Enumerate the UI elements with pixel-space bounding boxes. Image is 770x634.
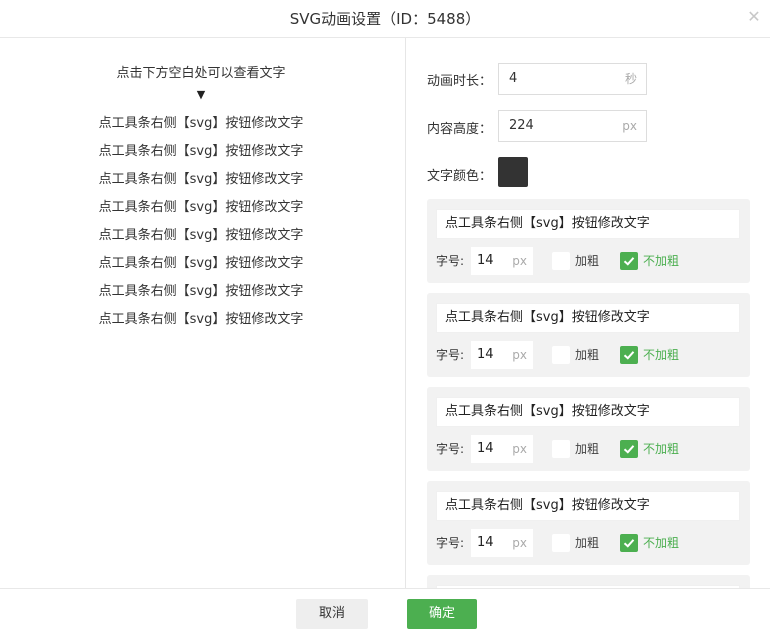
bold-checkbox[interactable]	[552, 440, 570, 458]
font-size-value: 14	[477, 535, 494, 550]
bold-label[interactable]: 加粗	[575, 251, 599, 271]
duration-field[interactable]: 4 秒	[498, 63, 647, 95]
text-item-card	[427, 575, 750, 588]
font-size-field[interactable]: 14 px	[471, 529, 533, 557]
bold-label[interactable]: 加粗	[575, 345, 599, 365]
text-item-card: 点工具条右侧【svg】按钮修改文字 字号: 14 px 加粗 不加粗	[427, 481, 750, 565]
bold-checkbox[interactable]	[552, 252, 570, 270]
font-size-unit: px	[512, 536, 527, 550]
settings-panel: 动画时长： 4 秒 内容高度： 224 px 文字颜色： 点工具条右侧【svg】…	[407, 38, 770, 588]
cancel-button[interactable]: 取消	[296, 599, 368, 629]
bold-label[interactable]: 加粗	[575, 439, 599, 459]
bold-checkbox[interactable]	[552, 534, 570, 552]
font-size-label: 字号:	[436, 442, 465, 456]
normal-label[interactable]: 不加粗	[643, 251, 679, 271]
text-item-card: 点工具条右侧【svg】按钮修改文字 字号: 14 px 加粗 不加粗	[427, 293, 750, 377]
font-size-unit: px	[512, 442, 527, 456]
height-unit: px	[622, 119, 637, 133]
bold-label[interactable]: 加粗	[575, 533, 599, 553]
preview-line: 点工具条右侧【svg】按钮修改文字	[98, 144, 304, 159]
duration-unit: 秒	[624, 72, 637, 86]
normal-checkbox[interactable]	[620, 346, 638, 364]
preview-panel[interactable]: 点击下方空白处可以查看文字 ▼ 点工具条右侧【svg】按钮修改文字 点工具条右侧…	[0, 38, 406, 588]
text-item-input[interactable]: 点工具条右侧【svg】按钮修改文字	[436, 491, 740, 521]
confirm-button[interactable]: 确定	[407, 599, 477, 629]
font-size-value: 14	[477, 253, 494, 268]
text-item-input[interactable]: 点工具条右侧【svg】按钮修改文字	[436, 303, 740, 333]
preview-hint: 点击下方空白处可以查看文字	[116, 66, 286, 81]
dialog-titlebar: SVG动画设置（ID：5488） ✕	[0, 0, 770, 38]
color-label: 文字颜色：	[427, 169, 493, 184]
height-value: 224	[509, 118, 534, 133]
normal-label[interactable]: 不加粗	[643, 533, 679, 553]
normal-label[interactable]: 不加粗	[643, 345, 679, 365]
height-label: 内容高度：	[427, 122, 493, 137]
preview-lines: 点工具条右侧【svg】按钮修改文字 点工具条右侧【svg】按钮修改文字 点工具条…	[0, 114, 402, 338]
font-size-value: 14	[477, 347, 494, 362]
close-icon[interactable]: ✕	[746, 9, 762, 25]
dialog-title: SVG动画设置（ID：5488）	[289, 10, 481, 28]
text-item-input[interactable]: 点工具条右侧【svg】按钮修改文字	[436, 209, 740, 239]
preview-line: 点工具条右侧【svg】按钮修改文字	[98, 284, 304, 299]
preview-line: 点工具条右侧【svg】按钮修改文字	[98, 200, 304, 215]
text-item-card: 点工具条右侧【svg】按钮修改文字 字号: 14 px 加粗 不加粗	[427, 387, 750, 471]
check-icon	[623, 257, 635, 266]
text-item-input[interactable]: 点工具条右侧【svg】按钮修改文字	[436, 397, 740, 427]
preview-line: 点工具条右侧【svg】按钮修改文字	[98, 312, 304, 327]
normal-label[interactable]: 不加粗	[643, 439, 679, 459]
font-size-label: 字号:	[436, 536, 465, 550]
color-swatch[interactable]	[498, 157, 528, 187]
down-arrow-icon: ▼	[196, 88, 206, 101]
font-size-value: 14	[477, 441, 494, 456]
font-size-label: 字号:	[436, 254, 465, 268]
font-size-label: 字号:	[436, 348, 465, 362]
bold-checkbox[interactable]	[552, 346, 570, 364]
preview-line: 点工具条右侧【svg】按钮修改文字	[98, 228, 304, 243]
font-size-field[interactable]: 14 px	[471, 341, 533, 369]
preview-line: 点工具条右侧【svg】按钮修改文字	[98, 116, 304, 131]
normal-checkbox[interactable]	[620, 534, 638, 552]
text-item-card: 点工具条右侧【svg】按钮修改文字 字号: 14 px 加粗 不加粗	[427, 199, 750, 283]
font-size-field[interactable]: 14 px	[471, 247, 533, 275]
preview-line: 点工具条右侧【svg】按钮修改文字	[98, 172, 304, 187]
font-size-field[interactable]: 14 px	[471, 435, 533, 463]
svg-animation-dialog: SVG动画设置（ID：5488） ✕ 点击下方空白处可以查看文字 ▼ 点工具条右…	[0, 0, 770, 634]
check-icon	[623, 539, 635, 548]
height-field[interactable]: 224 px	[498, 110, 647, 142]
preview-line: 点工具条右侧【svg】按钮修改文字	[98, 256, 304, 271]
dialog-footer: 取消 确定	[0, 588, 770, 634]
font-size-unit: px	[512, 348, 527, 362]
normal-checkbox[interactable]	[620, 440, 638, 458]
duration-label: 动画时长：	[427, 74, 493, 89]
duration-value: 4	[509, 71, 518, 86]
check-icon	[623, 351, 635, 360]
font-size-unit: px	[512, 254, 527, 268]
check-icon	[623, 445, 635, 454]
normal-checkbox[interactable]	[620, 252, 638, 270]
